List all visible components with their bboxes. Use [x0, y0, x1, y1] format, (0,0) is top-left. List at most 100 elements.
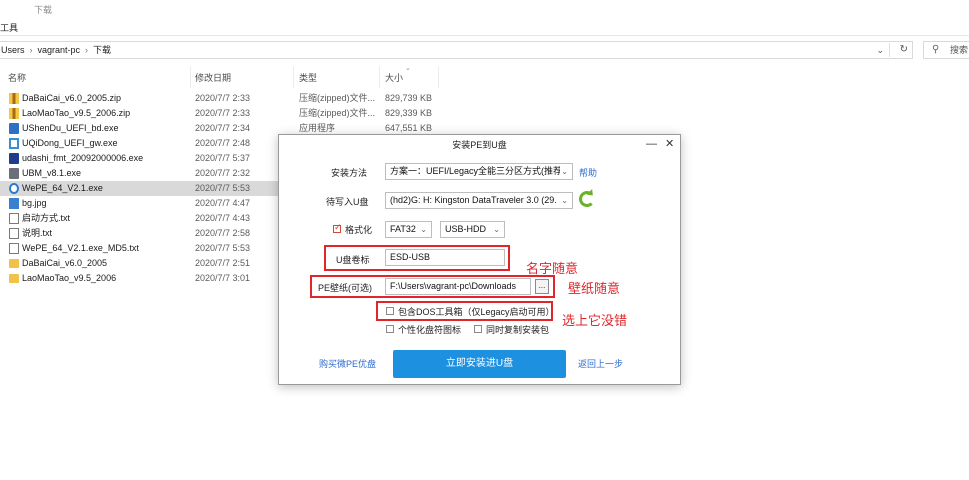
file-name: DaBaiCai_v6.0_2005	[22, 258, 108, 268]
file-date: 2020/7/7 2:34	[195, 123, 251, 133]
column-header-date[interactable]: 修改日期	[195, 71, 231, 84]
target-usb-value: (hd2)G: H: Kingston DataTraveler 3.0 (29…	[390, 195, 557, 205]
file-row[interactable]: LaoMaoTao_v9.5_2006.zip 2020/7/7 2:33 压缩(z…	[0, 106, 440, 121]
copy-package-checkbox[interactable]	[474, 325, 482, 333]
search-icon: ⚲	[932, 44, 940, 55]
file-date: 2020/7/7 3:01	[195, 273, 251, 283]
file-name: 说明.txt	[22, 228, 53, 238]
column-header-type[interactable]: 类型	[299, 71, 317, 84]
refresh-icon[interactable]	[579, 191, 595, 207]
address-bar[interactable]: Users › vagrant-pc › 下载 ⌄ ↻	[0, 41, 913, 59]
file-name: 启动方式.txt	[22, 213, 71, 223]
text-file-icon	[9, 228, 19, 239]
breadcrumb-downloads[interactable]: 下载	[93, 45, 111, 55]
format-label: 格式化	[345, 225, 373, 235]
file-name: DaBaiCai_v6.0_2005.zip	[22, 93, 122, 103]
text-file-icon	[9, 243, 19, 254]
search-input[interactable]: 搜索	[950, 42, 968, 58]
file-date: 2020/7/7 4:47	[195, 198, 251, 208]
file-type: 压缩(zipped)文件...	[299, 93, 376, 103]
image-file-icon	[9, 198, 19, 209]
buy-usb-link[interactable]: 购买微PE优盘	[319, 357, 376, 370]
exe-file-icon	[9, 123, 19, 134]
chevron-right-icon: ›	[29, 45, 33, 55]
file-row[interactable]: DaBaiCai_v6.0_2005.zip 2020/7/7 2:33 压缩(zi…	[0, 91, 440, 106]
column-header-name[interactable]: 名称	[8, 71, 26, 84]
zip-file-icon	[9, 93, 19, 104]
copy-package-label: 同时复制安装包	[486, 325, 550, 335]
chevron-down-icon: ⌄	[493, 225, 500, 234]
chevron-right-icon: ›	[85, 45, 89, 55]
chevron-down-icon: ⌄	[561, 167, 568, 176]
format-checkbox[interactable]	[333, 222, 342, 233]
filesystem-select[interactable]: FAT32 ⌄	[385, 221, 432, 238]
address-divider	[889, 43, 890, 57]
file-date: 2020/7/7 2:58	[195, 228, 251, 238]
file-date: 2020/7/7 2:33	[195, 108, 251, 118]
folder-icon	[9, 259, 19, 268]
boot-mode-select[interactable]: USB-HDD ⌄	[440, 221, 505, 238]
file-name: WePE_64_V2.1.exe	[22, 183, 103, 193]
dialog-title: 安装PE到U盘	[452, 140, 507, 150]
file-size: 829,339 KB	[385, 108, 433, 118]
folder-icon	[9, 274, 19, 283]
exe-file-icon	[9, 168, 19, 179]
ribbon-tab-download[interactable]: 下载	[34, 3, 52, 16]
target-usb-label: 待写入U盘	[326, 197, 369, 207]
minimize-icon[interactable]: —	[646, 135, 657, 153]
file-date: 2020/7/7 2:32	[195, 168, 251, 178]
sort-caret-icon: ⌄	[405, 65, 411, 72]
custom-icon-label: 个性化盘符图标	[398, 325, 462, 335]
annotation-box-wallpaper	[310, 275, 555, 298]
file-date: 2020/7/7 5:37	[195, 153, 251, 163]
filesystem-value: FAT32	[390, 224, 416, 234]
chevron-down-icon: ⌄	[420, 225, 427, 234]
column-divider[interactable]	[190, 66, 191, 88]
column-header-size[interactable]: 大小	[385, 71, 403, 84]
annotation-wallpaper-note: 壁纸随意	[568, 281, 621, 296]
annotation-name-note: 名字随意	[526, 261, 579, 276]
file-date: 2020/7/7 2:48	[195, 138, 251, 148]
file-name: UQiDong_UEFI_gw.exe	[22, 138, 118, 148]
file-size: 829,739 KB	[385, 93, 433, 103]
file-date: 2020/7/7 5:53	[195, 183, 251, 193]
install-method-label: 安装方法	[331, 168, 368, 178]
close-icon[interactable]: ✕	[665, 135, 674, 154]
file-name: WePE_64_V2.1.exe_MD5.txt	[22, 243, 139, 253]
install-method-value: 方案一：UEFI/Legacy全能三分区方式(推荐)	[390, 166, 560, 176]
file-date: 2020/7/7 2:33	[195, 93, 251, 103]
annotation-dos-note: 选上它没错	[562, 313, 628, 328]
column-divider[interactable]	[379, 66, 380, 88]
custom-icon-checkbox[interactable]	[386, 325, 394, 333]
file-date: 2020/7/7 5:53	[195, 243, 251, 253]
column-divider[interactable]	[438, 66, 439, 88]
search-box[interactable]: ⚲ 搜索	[923, 41, 969, 59]
zip-file-icon	[9, 108, 19, 119]
chevron-down-icon[interactable]: ⌄	[876, 42, 884, 58]
target-usb-select[interactable]: (hd2)G: H: Kingston DataTraveler 3.0 (29…	[385, 192, 573, 209]
text-file-icon	[9, 213, 19, 224]
ribbon-divider	[0, 35, 969, 36]
annotation-box-dos	[376, 301, 553, 321]
boot-mode-value: USB-HDD	[445, 224, 487, 234]
refresh-icon[interactable]: ↻	[900, 42, 908, 58]
file-name: udashi_fmt_20092000006.exe	[22, 153, 144, 163]
file-date: 2020/7/7 4:43	[195, 213, 251, 223]
help-link[interactable]: 帮助	[579, 166, 597, 179]
file-type: 压缩(zipped)文件...	[299, 108, 376, 118]
file-name: UBM_v8.1.exe	[22, 168, 82, 178]
breadcrumb-vagrant-pc[interactable]: vagrant-pc	[38, 45, 81, 55]
file-name: UShenDu_UEFI_bd.exe	[22, 123, 119, 133]
chevron-down-icon: ⌄	[561, 196, 568, 205]
breadcrumb-users[interactable]: Users	[1, 45, 25, 55]
file-date: 2020/7/7 2:51	[195, 258, 251, 268]
ribbon-tools-label[interactable]: 工具	[0, 21, 18, 34]
exe-file-icon	[9, 138, 19, 149]
file-name: LaoMaoTao_v9.5_2006	[22, 273, 117, 283]
column-divider[interactable]	[293, 66, 294, 88]
file-name: LaoMaoTao_v9.5_2006.zip	[22, 108, 131, 118]
install-method-select[interactable]: 方案一：UEFI/Legacy全能三分区方式(推荐) ⌄	[385, 163, 573, 180]
install-button[interactable]: 立即安装进U盘	[393, 350, 566, 378]
back-link[interactable]: 返回上一步	[578, 357, 623, 370]
exe-file-icon	[9, 183, 19, 194]
